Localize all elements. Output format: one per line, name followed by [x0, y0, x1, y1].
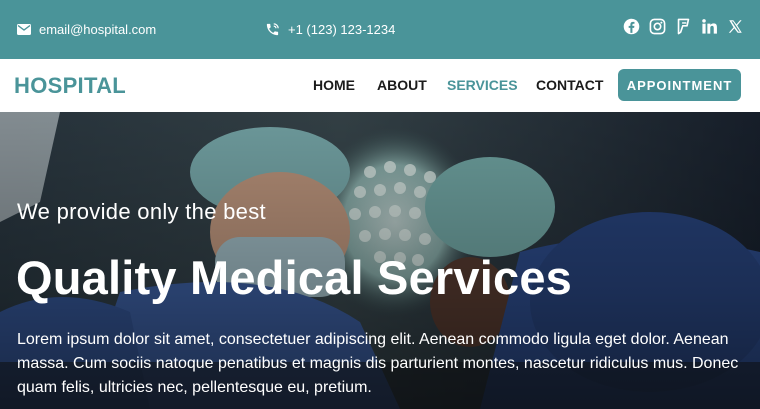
- email-contact[interactable]: email@hospital.com: [17, 22, 156, 37]
- facebook-icon[interactable]: [623, 18, 640, 35]
- hero-subtitle: We provide only the best: [17, 199, 266, 224]
- foursquare-icon[interactable]: [675, 18, 692, 35]
- site-logo[interactable]: HOSPITAL: [14, 73, 126, 99]
- appointment-button[interactable]: APPOINTMENT: [618, 69, 741, 101]
- social-links: [623, 18, 744, 35]
- email-text: email@hospital.com: [39, 22, 157, 37]
- nav-item-about[interactable]: ABOUT: [377, 77, 427, 93]
- phone-contact[interactable]: +1 (123) 123-1234: [265, 22, 395, 37]
- nav-item-services[interactable]: SERVICES: [447, 77, 518, 93]
- x-icon[interactable]: [727, 18, 744, 35]
- top-contact-bar: email@hospital.com +1 (123) 123-1234: [0, 0, 760, 59]
- phone-icon: [265, 22, 280, 37]
- instagram-icon[interactable]: [649, 18, 666, 35]
- hero-description: Lorem ipsum dolor sit amet, consectetuer…: [17, 331, 739, 396]
- hero-title: Quality Medical Services: [16, 251, 573, 304]
- main-navbar: HOSPITAL HOME ABOUT SERVICES CONTACT APP…: [0, 59, 760, 112]
- mail-icon: [17, 24, 31, 35]
- phone-text: +1 (123) 123-1234: [288, 22, 396, 37]
- nav-item-contact[interactable]: CONTACT: [536, 77, 603, 93]
- nav-item-home[interactable]: HOME: [313, 77, 355, 93]
- hero-section: We provide only the best Quality Medical…: [0, 112, 760, 409]
- linkedin-icon[interactable]: [701, 18, 718, 35]
